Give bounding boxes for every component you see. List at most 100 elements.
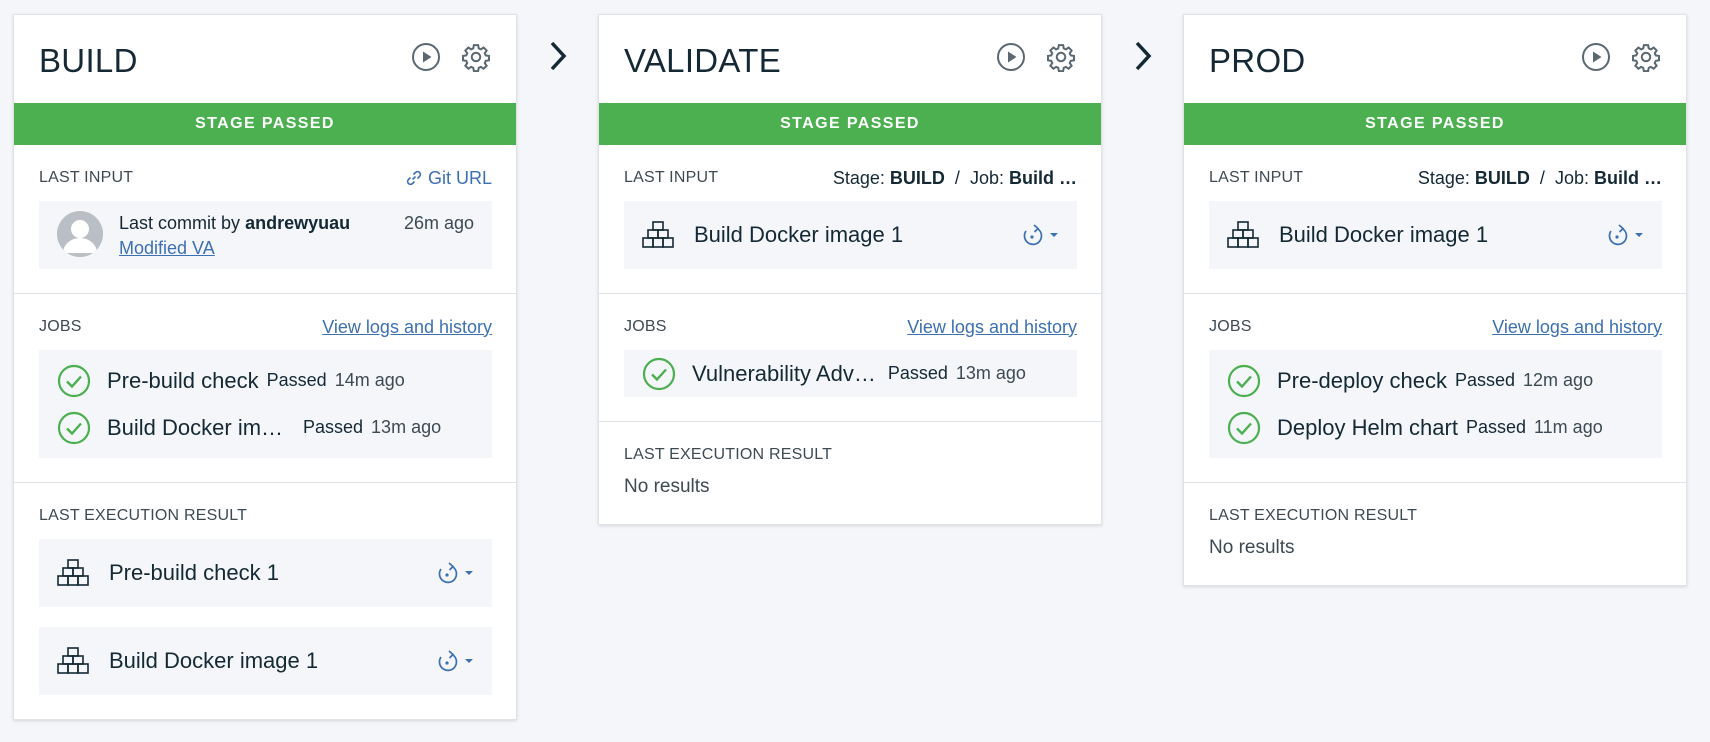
link-icon <box>406 170 422 186</box>
stage-title: VALIDATE <box>624 42 782 79</box>
redeploy-dropdown[interactable] <box>436 560 474 586</box>
redeploy-dropdown[interactable] <box>1606 222 1644 248</box>
jobs-section: JOBS View logs and history Pre-build che… <box>14 294 516 483</box>
stage-header: PROD <box>1184 15 1686 103</box>
job-status: Passed <box>887 363 948 383</box>
chevron-right-icon <box>550 41 567 71</box>
gear-icon[interactable] <box>1045 41 1077 73</box>
last-execution-section: LAST EXECUTION RESULT No results <box>599 422 1101 524</box>
job-time: 12m ago <box>1523 370 1594 390</box>
artifact-name: Build Docker image 1 <box>694 222 904 247</box>
no-results-text: No results <box>1209 537 1295 558</box>
stack-icon <box>57 647 89 674</box>
job-name: Vulnerability Adv… <box>692 360 876 386</box>
job-list: Vulnerability Adv… Passed 13m ago <box>624 350 1077 397</box>
job-status: Passed <box>1465 417 1526 437</box>
jobs-section: JOBS View logs and history Pre-deploy ch… <box>1184 294 1686 483</box>
artifact-name: Build Docker image 1 <box>1279 222 1489 247</box>
jobs-section: JOBS View logs and history Vulnerability… <box>599 294 1101 422</box>
input-source: Stage: BUILD / Job: Build … <box>832 167 1077 188</box>
view-logs-link[interactable]: View logs and history <box>1492 317 1662 338</box>
input-artifact[interactable]: Build Docker image 1 <box>1209 201 1662 269</box>
stage-card-prod: PROD STAGE PASSED LAST INPUT Stage: BUIL… <box>1183 14 1687 586</box>
last-input-section: LAST INPUT Git URL Last commit by andrew… <box>14 145 516 294</box>
stage-actions <box>995 41 1077 73</box>
job-status: Passed <box>303 417 364 437</box>
job-status: Passed <box>1454 370 1516 390</box>
stack-icon <box>1227 221 1259 248</box>
job-time: 14m ago <box>334 370 405 390</box>
section-label: JOBS <box>39 318 82 335</box>
job-row[interactable]: Pre-build check Passed 14m ago <box>57 357 474 404</box>
input-artifact[interactable]: Build Docker image 1 <box>624 201 1077 269</box>
job-row[interactable]: Pre-deploy check Passed 12m ago <box>1227 357 1644 404</box>
job-name: Build Docker im… <box>107 414 284 440</box>
redeploy-icon <box>438 650 458 672</box>
commit-box: Last commit by andrewyuau Modified VA 26… <box>39 201 492 269</box>
caret-down-icon <box>1635 233 1643 237</box>
job-name: Pre-build check <box>107 367 259 393</box>
job-name: Deploy Helm chart <box>1277 414 1458 440</box>
result-name: Pre-build check 1 <box>109 560 279 585</box>
last-execution-section: LAST EXECUTION RESULT No results <box>1184 483 1686 585</box>
last-execution-section: LAST EXECUTION RESULT Pre-build check 1 … <box>14 483 516 719</box>
chevron-right-icon <box>1135 41 1152 71</box>
job-row[interactable]: Vulnerability Adv… Passed 13m ago <box>642 350 1059 397</box>
job-list: Pre-deploy check Passed 12m ago Deploy H… <box>1209 350 1662 458</box>
section-label: LAST INPUT <box>39 169 134 186</box>
redeploy-icon <box>1608 224 1628 246</box>
view-logs-link[interactable]: View logs and history <box>322 317 492 338</box>
job-time: 13m ago <box>955 363 1026 383</box>
commit-info: Last commit by andrewyuau Modified VA <box>119 213 351 258</box>
result-item[interactable]: Build Docker image 1 <box>39 627 492 695</box>
caret-down-icon <box>465 659 473 663</box>
stage-title: PROD <box>1209 42 1306 79</box>
check-circle-icon <box>57 411 91 444</box>
git-url-link[interactable]: Git URL <box>405 168 492 189</box>
section-label: LAST INPUT <box>624 169 719 186</box>
gear-icon[interactable] <box>460 41 492 73</box>
job-time: 13m ago <box>371 417 442 437</box>
result-name: Build Docker image 1 <box>109 648 319 673</box>
job-time: 11m ago <box>1534 417 1603 437</box>
input-source: Stage: BUILD / Job: Build … <box>1417 167 1662 188</box>
commit-author: andrewyuau <box>245 213 351 233</box>
stage-actions <box>1580 41 1662 73</box>
gear-icon[interactable] <box>1630 41 1662 73</box>
stage-card-validate: VALIDATE STAGE PASSED LAST INPUT Stage: … <box>598 14 1102 525</box>
caret-down-icon <box>465 571 473 575</box>
last-input-section: LAST INPUT Stage: BUILD / Job: Build … B… <box>599 145 1101 294</box>
redeploy-dropdown[interactable] <box>1021 222 1059 248</box>
check-circle-icon <box>1227 364 1261 397</box>
section-label: LAST EXECUTION RESULT <box>39 507 248 524</box>
caret-down-icon <box>1050 233 1058 237</box>
play-icon[interactable] <box>995 41 1027 73</box>
result-item[interactable]: Pre-build check 1 <box>39 539 492 607</box>
stage-actions <box>410 41 492 73</box>
stage-card-build: BUILD STAGE PASSED LAST INPUT Git URL La… <box>13 14 517 720</box>
status-badge: STAGE PASSED <box>14 103 516 145</box>
redeploy-dropdown[interactable] <box>436 648 474 674</box>
job-row[interactable]: Build Docker im… Passed 13m ago <box>57 404 474 451</box>
stage-header: VALIDATE <box>599 15 1101 103</box>
redeploy-icon <box>1023 224 1043 246</box>
view-logs-link[interactable]: View logs and history <box>907 317 1077 338</box>
section-label: JOBS <box>1209 318 1252 335</box>
last-input-section: LAST INPUT Stage: BUILD / Job: Build … B… <box>1184 145 1686 294</box>
job-row[interactable]: Deploy Helm chart Passed 11m ago <box>1227 404 1644 451</box>
no-results-text: No results <box>624 476 710 497</box>
play-icon[interactable] <box>1580 41 1612 73</box>
redeploy-icon <box>438 562 458 584</box>
commit-message-link[interactable]: Modified VA <box>119 238 215 258</box>
stack-icon <box>57 559 89 586</box>
section-label: LAST EXECUTION RESULT <box>1209 507 1418 524</box>
check-circle-icon <box>642 357 676 390</box>
section-label: LAST INPUT <box>1209 169 1304 186</box>
avatar <box>57 211 103 257</box>
section-label: JOBS <box>624 318 667 335</box>
check-circle-icon <box>57 364 91 397</box>
check-circle-icon <box>1227 411 1261 444</box>
stage-title: BUILD <box>39 42 138 79</box>
commit-time: 26m ago <box>403 213 474 233</box>
play-icon[interactable] <box>410 41 442 73</box>
